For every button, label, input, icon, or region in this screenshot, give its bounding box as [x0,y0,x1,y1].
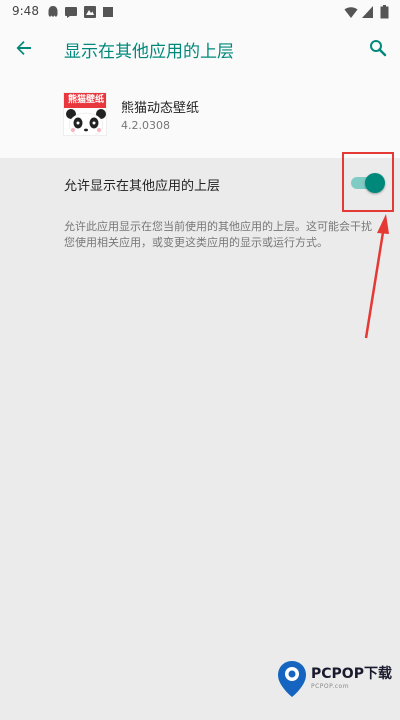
screen: 9:48 显示在其他应用的上层 熊猫壁纸 熊猫动态壁纸 4.2.0308 允许显… [0,0,400,720]
overlay-permission-label: 允许显示在其他应用的上层 [64,179,221,194]
status-time: 9:48 [12,4,39,18]
watermark-url: PCPOP.com [311,683,350,690]
app-header: 熊猫壁纸 熊猫动态壁纸 4.2.0308 [0,72,400,158]
app-name: 熊猫动态壁纸 [121,101,200,116]
app-bar: 显示在其他应用的上层 [0,24,400,72]
watermark-brand: PCPOP下载 [311,666,392,682]
image-icon [84,6,96,18]
app-icon: 熊猫壁纸 [63,92,107,136]
wifi-icon [344,7,358,18]
pcpop-logo-icon [278,661,306,697]
cellular-signal-icon [362,6,373,18]
android-bug-icon [48,6,58,17]
chat-bubble-icon [65,7,77,18]
overlay-permission-row[interactable]: 允许显示在其他应用的上层 [0,152,400,212]
watermark: PCPOP下载 PCPOP.com [277,656,395,704]
settings-panel: 允许显示在其他应用的上层 允许此应用显示在您当前使用的其他应用的上层。这可能会干… [0,152,400,720]
status-bar: 9:48 [0,0,400,24]
battery-icon [380,5,389,19]
back-button[interactable] [10,34,38,62]
app-version: 4.2.0308 [121,119,170,132]
overlay-permission-summary: 允许此应用显示在您当前使用的其他应用的上层。这可能会干扰您使用相关应用，或变更这… [64,220,372,249]
search-button[interactable] [364,34,392,62]
page-title: 显示在其他应用的上层 [64,42,234,62]
app-icon-label: 熊猫壁纸 [64,93,106,108]
search-icon [370,40,387,57]
arrow-back-icon [16,41,31,55]
square-icon [103,7,113,17]
highlight-box [342,152,394,212]
panda-face-icon [66,109,106,135]
